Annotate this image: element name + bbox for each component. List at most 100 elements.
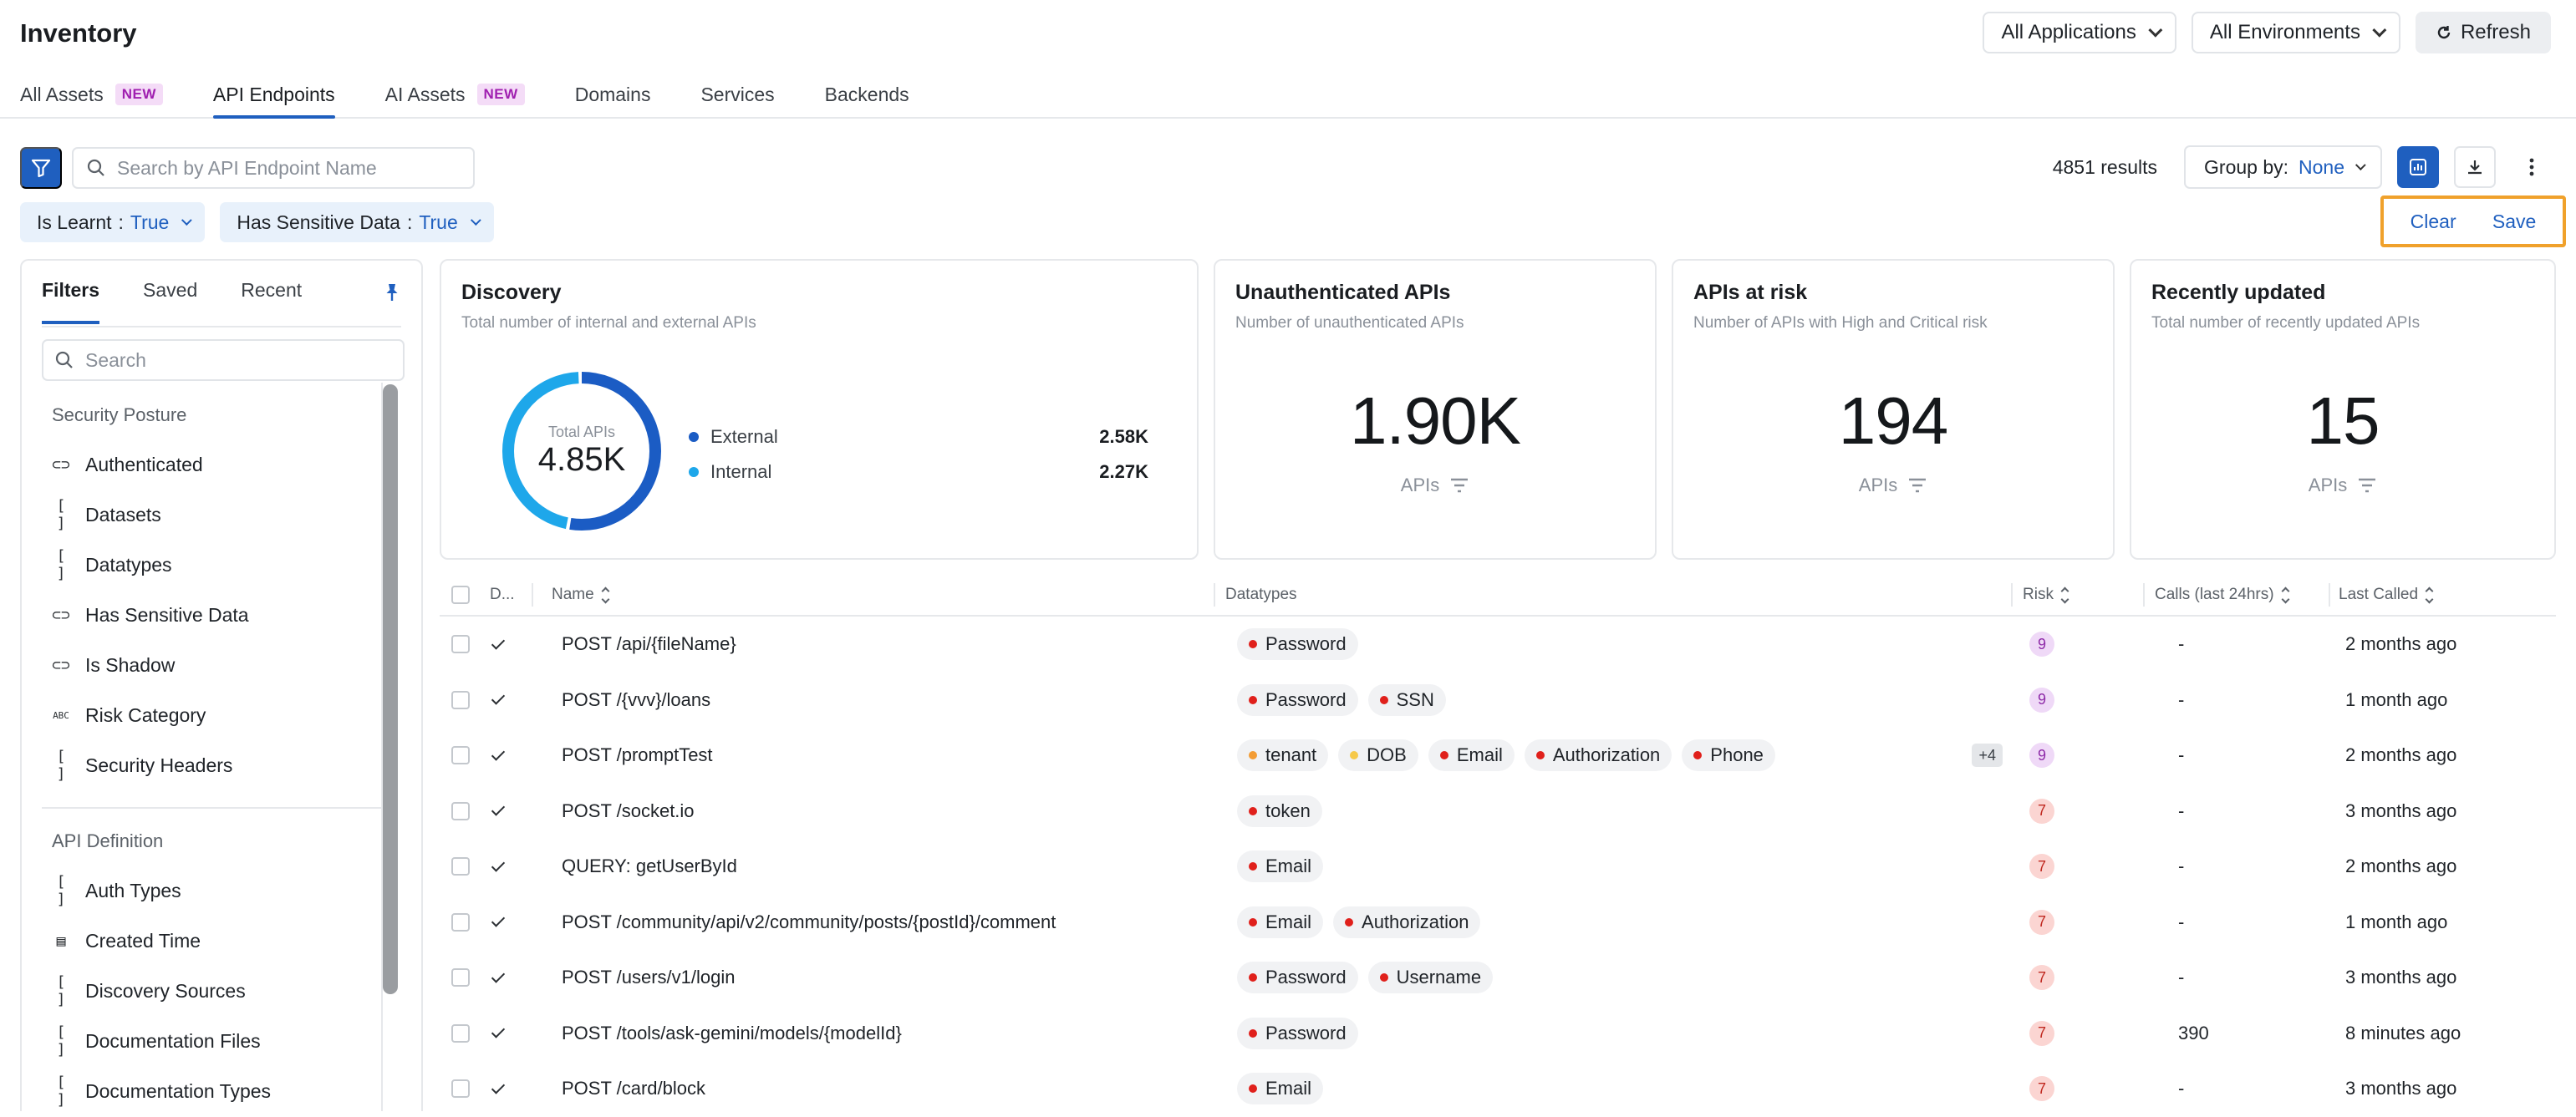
column-d[interactable]: D... xyxy=(490,573,515,617)
filter-item-datatypes[interactable]: [ ] Datatypes xyxy=(52,540,378,590)
endpoint-name[interactable]: POST /tools/ask-gemini/models/{modelId} xyxy=(562,1006,902,1062)
datatype-tag[interactable]: Email xyxy=(1237,1073,1324,1105)
filter-item-documentation-files[interactable]: [ ] Documentation Files xyxy=(52,1016,378,1066)
endpoint-name[interactable]: POST /promptTest xyxy=(562,728,713,784)
filter-item-auth-types[interactable]: [ ] Auth Types xyxy=(52,866,378,916)
column-last-called[interactable]: Last Called xyxy=(2339,573,2434,617)
row-checkbox[interactable] xyxy=(451,1079,470,1099)
table-row[interactable]: QUERY: getUserById Email 7 - 2 months ago xyxy=(440,839,2556,895)
clear-filters-button[interactable]: Clear xyxy=(2411,211,2456,233)
datatype-tag[interactable]: Password xyxy=(1237,683,1358,716)
unauthenticated-apis-card[interactable]: Unauthenticated APIs Number of unauthent… xyxy=(1214,259,1657,560)
filter-item-datasets[interactable]: [ ] Datasets xyxy=(52,490,378,540)
table-row[interactable]: POST /community/api/v2/community/posts/{… xyxy=(440,895,2556,951)
filter-item-label: Authenticated xyxy=(85,453,203,475)
filter-item-discovery-sources[interactable]: [ ] Discovery Sources xyxy=(52,966,378,1016)
recently-updated-card[interactable]: Recently updated Total number of recentl… xyxy=(2130,259,2556,560)
datatype-tag[interactable]: SSN xyxy=(1367,683,1446,716)
table-row[interactable]: POST /users/v1/login Password Username 7 - 3 … xyxy=(440,950,2556,1006)
scrollbar-thumb[interactable] xyxy=(383,384,398,994)
filter-lines-icon[interactable] xyxy=(1907,477,1927,494)
table-row[interactable]: POST /card/block Email 7 - 3 months ago xyxy=(440,1061,2556,1117)
datatype-tag[interactable]: Email xyxy=(1237,850,1324,883)
table-row[interactable]: POST /tools/ask-gemini/models/{modelId} P… xyxy=(440,1006,2556,1062)
filter-item-security-headers[interactable]: [ ] Security Headers xyxy=(52,740,378,790)
filter-section-title: API Definition xyxy=(52,830,164,851)
filter-chip-is-learnt[interactable]: Is Learnt : True xyxy=(20,202,206,242)
endpoint-name[interactable]: QUERY: getUserById xyxy=(562,839,737,895)
environments-dropdown[interactable]: All Environments xyxy=(2191,12,2400,53)
filter-chip-has-sensitive-data[interactable]: Has Sensitive Data : True xyxy=(220,202,494,242)
tab-saved[interactable]: Saved xyxy=(143,279,197,324)
filter-lines-icon[interactable] xyxy=(2357,477,2377,494)
tab-backends[interactable]: Backends xyxy=(825,70,909,119)
row-checkbox[interactable] xyxy=(451,690,470,709)
table-row[interactable]: POST /api/{fileName} Password 9 - 2 months a… xyxy=(440,617,2556,673)
row-checkbox[interactable] xyxy=(451,635,470,654)
datatype-tag[interactable]: Password xyxy=(1237,1017,1358,1049)
pin-icon[interactable] xyxy=(383,282,401,307)
column-calls[interactable]: Calls (last 24hrs) xyxy=(2155,573,2289,617)
datatype-tag[interactable]: tenant xyxy=(1237,739,1329,772)
more-datatypes-badge[interactable]: +4 xyxy=(1972,744,2003,768)
datatype-dot xyxy=(1249,751,1257,760)
table-row[interactable]: POST /{vvv}/loans Password SSN 9 - 1 month ag… xyxy=(440,673,2556,729)
tab-domains[interactable]: Domains xyxy=(575,70,651,119)
row-checkbox[interactable] xyxy=(451,857,470,876)
endpoint-name[interactable]: POST /{vvv}/loans xyxy=(562,673,710,729)
card-value: 1.90K xyxy=(1349,383,1521,458)
datatype-tag[interactable]: DOB xyxy=(1338,739,1418,772)
endpoint-name[interactable]: POST /card/block xyxy=(562,1061,705,1117)
endpoint-name[interactable]: POST /users/v1/login xyxy=(562,950,735,1006)
row-checkbox[interactable] xyxy=(451,968,470,988)
tab-services[interactable]: Services xyxy=(700,70,774,119)
filter-toggle-button[interactable] xyxy=(20,147,62,189)
applications-dropdown[interactable]: All Applications xyxy=(1983,12,2176,53)
save-filters-button[interactable]: Save xyxy=(2492,211,2536,233)
filter-item-authenticated[interactable]: ⊂⊃ Authenticated xyxy=(52,439,378,490)
endpoint-name[interactable]: POST /socket.io xyxy=(562,784,695,840)
tab-all-assets[interactable]: All Assets NEW xyxy=(20,70,163,119)
inventory-tabs: All Assets NEW API Endpoints AI Assets N… xyxy=(20,70,909,119)
tab-recent[interactable]: Recent xyxy=(241,279,302,324)
group-by-dropdown[interactable]: Group by: None xyxy=(2184,145,2382,189)
apis-at-risk-card[interactable]: APIs at risk Number of APIs with High an… xyxy=(1672,259,2115,560)
datatype-tag[interactable]: Password xyxy=(1237,962,1358,994)
endpoint-name[interactable]: POST /api/{fileName} xyxy=(562,617,736,673)
column-divider xyxy=(2011,583,2013,607)
datatype-tag[interactable]: Authorization xyxy=(1524,739,1672,772)
datatype-tag[interactable]: Password xyxy=(1237,628,1358,661)
filter-item-created-time[interactable]: ▤ Created Time xyxy=(52,916,378,966)
tab-ai-assets[interactable]: AI Assets NEW xyxy=(385,70,525,119)
chart-view-button[interactable] xyxy=(2397,146,2439,188)
column-risk[interactable]: Risk xyxy=(2023,573,2069,617)
filter-item-is-shadow[interactable]: ⊂⊃ Is Shadow xyxy=(52,640,378,690)
datatype-tag[interactable]: Email xyxy=(1428,739,1515,772)
row-checkbox[interactable] xyxy=(451,801,470,820)
column-datatypes[interactable]: Datatypes xyxy=(1225,573,1297,617)
filter-search-input[interactable] xyxy=(85,348,386,372)
table-row[interactable]: POST /socket.io token 7 - 3 months ago xyxy=(440,784,2556,840)
tab-api-endpoints[interactable]: API Endpoints xyxy=(212,70,335,119)
download-button[interactable] xyxy=(2454,146,2496,188)
tab-filters[interactable]: Filters xyxy=(42,279,100,324)
datatype-tag[interactable]: Email xyxy=(1237,906,1324,938)
select-all-checkbox[interactable] xyxy=(451,586,470,604)
row-checkbox[interactable] xyxy=(451,912,470,932)
datatype-tag[interactable]: Authorization xyxy=(1333,906,1481,938)
filter-item-has-sensitive-data[interactable]: ⊂⊃ Has Sensitive Data xyxy=(52,590,378,640)
filter-lines-icon[interactable] xyxy=(1449,477,1469,494)
filter-item-documentation-types[interactable]: [ ] Documentation Types xyxy=(52,1066,378,1111)
filter-item-risk-category[interactable]: ABC Risk Category xyxy=(52,690,378,740)
row-checkbox[interactable] xyxy=(451,746,470,765)
refresh-button[interactable]: Refresh xyxy=(2415,12,2551,53)
row-checkbox[interactable] xyxy=(451,1023,470,1043)
table-row[interactable]: POST /promptTest tenant DOB Email Authorizat… xyxy=(440,728,2556,784)
datatype-tag[interactable]: Phone xyxy=(1682,739,1775,772)
datatype-tag[interactable]: Username xyxy=(1367,962,1494,994)
endpoint-search-input[interactable] xyxy=(117,156,451,180)
column-name[interactable]: Name xyxy=(552,573,610,617)
more-options-button[interactable] xyxy=(2511,146,2553,188)
datatype-tag[interactable]: token xyxy=(1237,795,1322,827)
endpoint-name[interactable]: POST /community/api/v2/community/posts/{… xyxy=(562,895,1056,951)
